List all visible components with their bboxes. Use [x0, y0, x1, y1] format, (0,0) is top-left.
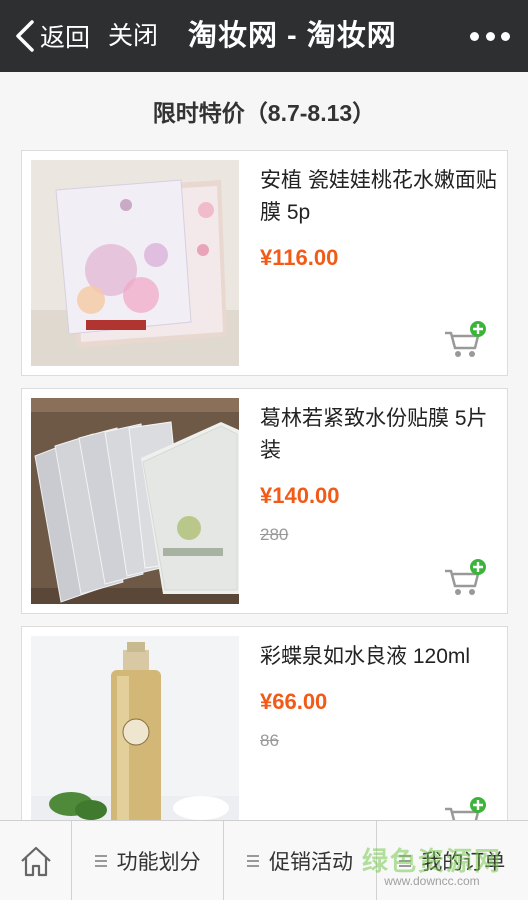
top-bar: 返回 关闭 淘妆网 - 淘妆网 — [0, 0, 528, 72]
product-card[interactable]: 葛林若紧致水份贴膜 5片装 ¥140.00 280 — [21, 388, 508, 614]
nav-functions[interactable]: 功能划分 — [72, 821, 225, 900]
original-price: 86 — [260, 731, 279, 750]
cart-add-icon — [445, 559, 486, 595]
menu-icon — [399, 855, 412, 867]
add-to-cart-button[interactable] — [443, 321, 487, 359]
dot-icon — [470, 31, 479, 41]
original-price: 280 — [260, 525, 289, 544]
page-title: 淘妆网 - 淘妆网 — [188, 20, 397, 52]
close-button[interactable]: 关闭 — [108, 0, 158, 72]
product-name[interactable]: 葛林若紧致水份贴膜 5片装 — [260, 403, 500, 467]
chevron-left-icon — [16, 20, 34, 52]
nav-label: 促销活动 — [268, 851, 353, 874]
add-to-cart-button[interactable] — [443, 797, 487, 820]
product-card[interactable]: 彩蝶泉如水良液 120ml ¥66.00 86 — [21, 626, 508, 820]
bottom-nav: 功能划分 促销活动 我的订单 — [0, 820, 528, 900]
product-price: ¥116.00 — [260, 245, 339, 270]
nav-label: 功能划分 — [116, 851, 201, 874]
section-title: 限时特价（8.7-8.13） — [152, 100, 376, 126]
back-label: 返回 — [40, 24, 91, 52]
home-icon — [20, 846, 51, 877]
product-name[interactable]: 彩蝶泉如水良液 120ml — [260, 641, 500, 673]
content-area[interactable]: 限时特价（8.7-8.13） 安植 瓷娃娃桃花水嫩面贴膜 5p ¥116.00 — [0, 72, 528, 820]
product-card[interactable]: 安植 瓷娃娃桃花水嫩面贴膜 5p ¥116.00 — [21, 150, 508, 376]
nav-orders[interactable]: 我的订单 — [377, 821, 528, 900]
product-name[interactable]: 安植 瓷娃娃桃花水嫩面贴膜 5p — [260, 165, 500, 229]
product-image[interactable] — [31, 398, 239, 604]
add-to-cart-button[interactable] — [443, 559, 487, 597]
nav-home[interactable] — [0, 821, 72, 900]
nav-label: 我的订单 — [421, 851, 506, 874]
menu-icon — [246, 855, 259, 867]
product-price: ¥140.00 — [260, 483, 340, 508]
menu-icon — [94, 855, 107, 867]
cart-add-icon — [445, 797, 486, 820]
dot-icon — [501, 31, 510, 41]
more-options-button[interactable] — [470, 26, 510, 46]
nav-promotions[interactable]: 促销活动 — [224, 821, 377, 900]
product-image[interactable] — [31, 636, 239, 820]
product-image[interactable] — [31, 160, 239, 366]
dot-icon — [485, 31, 495, 41]
cart-add-icon — [445, 321, 486, 357]
product-price: ¥66.00 — [260, 689, 328, 714]
back-button[interactable]: 返回 — [14, 0, 90, 72]
